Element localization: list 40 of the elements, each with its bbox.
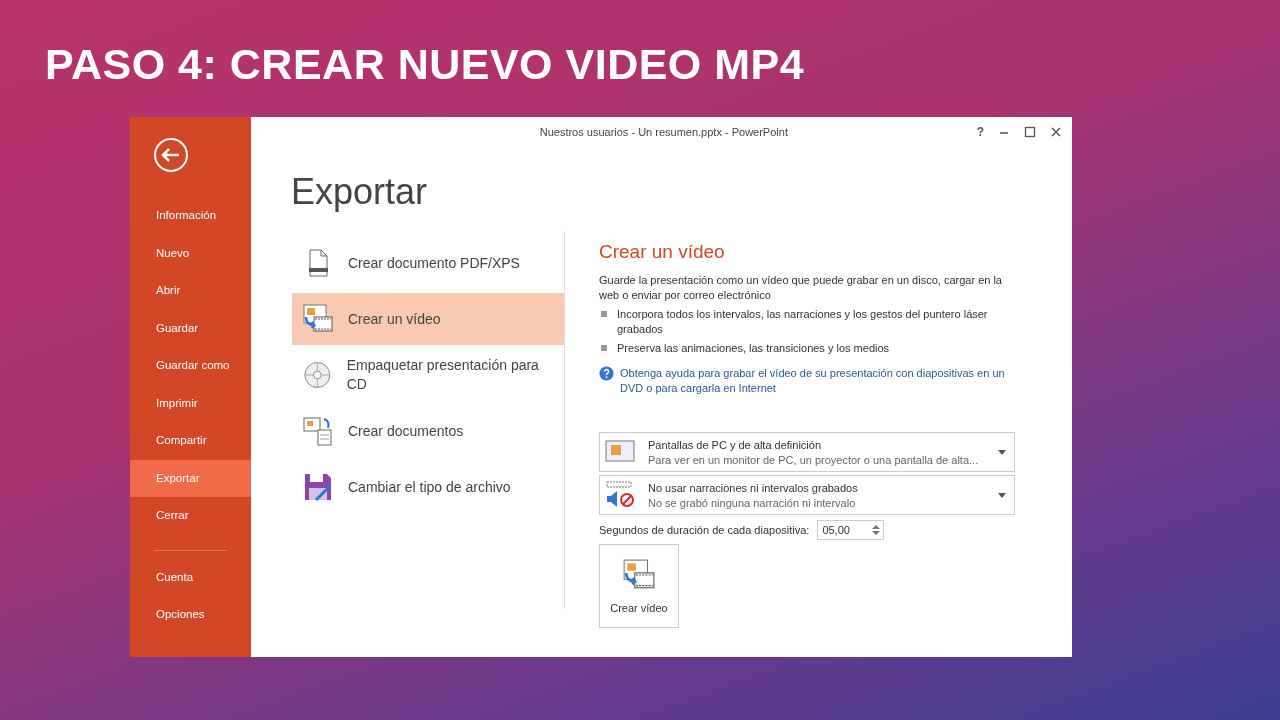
muted-speaker-icon (604, 480, 636, 510)
help-button[interactable]: ? (976, 125, 984, 139)
disc-icon (302, 359, 333, 391)
dropdown[interactable]: No usar narraciones ni intervalos grabados No se grabó ninguna narración ni intervalo (599, 475, 1015, 515)
export-option[interactable]: Crear un vídeo (292, 293, 564, 345)
sidebar-item[interactable]: Opciones (130, 596, 251, 634)
export-option[interactable]: Cambiar el tipo de archivo (292, 461, 564, 513)
monitor-icon (604, 439, 636, 465)
caret-icon (998, 492, 1006, 498)
export-option[interactable]: Crear documentos (292, 405, 564, 457)
export-option[interactable]: Empaquetar presentación para CD (292, 349, 564, 401)
sidebar-item[interactable]: Imprimir (130, 384, 251, 422)
sidebar-item[interactable]: Cuenta (130, 558, 251, 596)
sidebar-item[interactable]: Abrir (130, 272, 251, 310)
close-icon[interactable] (1050, 126, 1062, 138)
dropdown[interactable]: Pantallas de PC y de alta definición Para ver en un monitor de PC, un proyector o una pantalla de alta... (599, 432, 1015, 472)
sidebar-item[interactable]: Compartir (130, 422, 251, 460)
slide-video-icon (302, 303, 334, 335)
bullet-text: Incorpora todos los intervalos, las narraciones y los gestos del puntero láser grabados (617, 307, 989, 337)
window-title: Nuestros usuarios - Un resumen.pptx - PowerPoint (538, 126, 789, 138)
help-link[interactable]: Obtenga ayuda para grabar el vídeo de su presentación con diapositivas en un DVD o para cargarla en Internet (620, 366, 1015, 396)
maximize-icon[interactable] (1024, 126, 1036, 138)
sidebar-item[interactable]: Guardar (130, 309, 251, 347)
bullet-text: Preserva las animaciones, las transiciones y los medios (617, 341, 890, 356)
description-text: Guarde la presentación como un vídeo que puede grabar en un disco, cargar en la web o enviar por correo electrónico (599, 273, 1003, 303)
sidebar-item[interactable]: Información (130, 197, 251, 235)
caret-icon (998, 449, 1006, 455)
sidebar-item[interactable]: Nuevo (130, 234, 251, 272)
duration-label: Segundos de duración de cada diapositiva: (599, 524, 810, 536)
bullet-icon (601, 345, 607, 351)
page-title: Exportar (291, 171, 429, 214)
create-video-button[interactable]: Crear vídeo (599, 544, 679, 628)
slides-to-document-icon (302, 415, 334, 447)
sidebar-item[interactable]: Guardar como (130, 347, 251, 385)
help-icon (599, 366, 614, 381)
slide-title: PASO 4: CREAR NUEVO VIDEO MP4 (45, 40, 806, 89)
export-option[interactable]: Crear documento PDF/XPS (292, 237, 564, 289)
sidebar-item[interactable]: Cerrar (130, 497, 251, 535)
section-heading: Crear un vídeo (599, 241, 726, 263)
bullet-icon (601, 311, 607, 317)
